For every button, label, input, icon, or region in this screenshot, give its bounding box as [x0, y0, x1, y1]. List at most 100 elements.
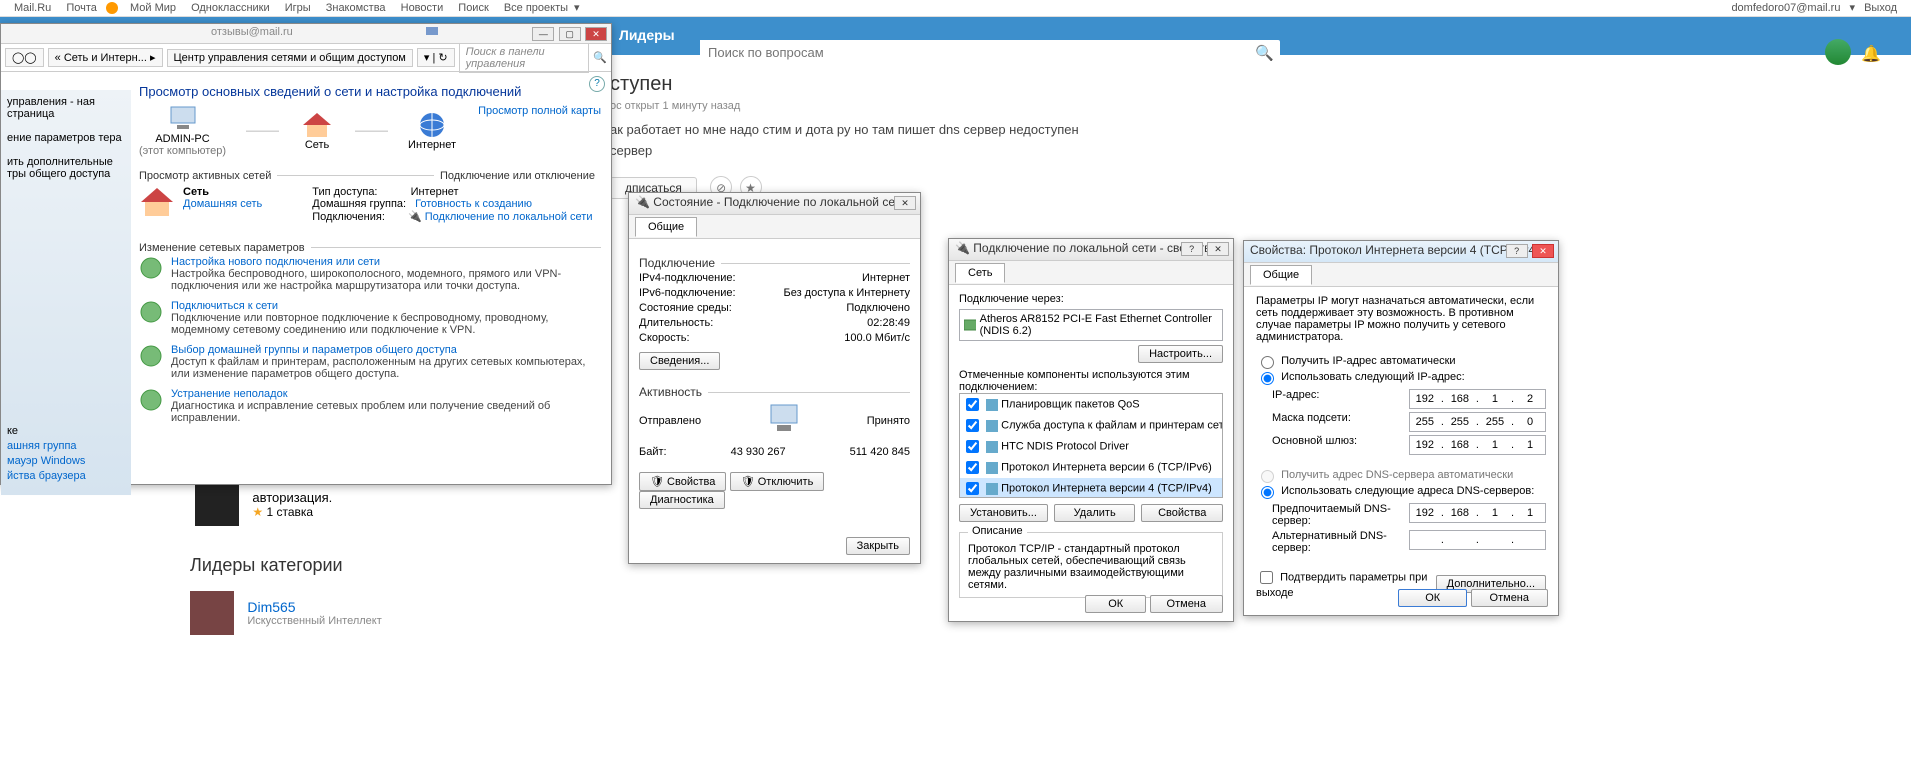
help-icon[interactable]: ? [589, 76, 605, 92]
cp-search-input[interactable]: Поиск в панели управления [459, 43, 590, 73]
details-button[interactable]: Сведения... [639, 352, 720, 370]
sidebar-item[interactable]: управления - [7, 96, 74, 108]
nav-back-button[interactable]: ◯◯ [5, 48, 44, 67]
help-button[interactable]: ? [1181, 242, 1203, 256]
sidebar-item[interactable]: тера [98, 132, 121, 144]
search-icon[interactable]: 🔍 [1255, 44, 1274, 62]
tab-general[interactable]: Общие [1250, 265, 1312, 285]
sidebar-item[interactable]: ашняя группа [7, 440, 86, 452]
sidebar-item[interactable]: ке [7, 425, 18, 437]
hg-link[interactable]: Домашняя сеть [183, 198, 262, 210]
component-checkbox[interactable] [966, 461, 979, 474]
bc-root[interactable]: « Сеть и Интерн... ▸ [48, 48, 163, 67]
minimize-button[interactable]: — [532, 27, 554, 41]
conn-disc-link[interactable]: Подключение или отключение [434, 170, 601, 182]
bell-icon[interactable]: 🔔 [1861, 44, 1881, 64]
preferred-dns-input[interactable]: ... [1409, 503, 1546, 523]
alternate-dns-input[interactable]: ... [1409, 530, 1546, 550]
configure-button[interactable]: Настроить... [1138, 345, 1223, 363]
nav-news[interactable]: Новости [401, 2, 444, 14]
ip-address-input[interactable]: ... [1409, 389, 1546, 409]
cp-search-icon[interactable]: 🔍 [593, 51, 607, 64]
component-item[interactable]: Планировщик пакетов QoS [960, 394, 1222, 415]
tab-general[interactable]: Общие [635, 217, 697, 237]
cp-tab-label [426, 25, 438, 37]
sidebar-item[interactable]: ить дополнительные [7, 156, 113, 168]
radio-manual-ip[interactable]: Использовать следующий IP-адрес: [1256, 371, 1465, 383]
component-checkbox[interactable] [966, 440, 979, 453]
install-button[interactable]: Установить... [959, 504, 1048, 522]
thumb-row: авторизация. ★ 1 ставка [195, 482, 332, 526]
nav-pochta[interactable]: Почта [66, 2, 97, 14]
close-button[interactable]: ✕ [894, 196, 916, 210]
remove-button[interactable]: Удалить [1054, 504, 1136, 522]
component-checkbox[interactable] [966, 482, 979, 495]
conn-link[interactable]: 🔌 Подключение по локальной сети [408, 211, 593, 223]
subnet-mask-input[interactable]: ... [1409, 412, 1546, 432]
leader-avatar[interactable] [190, 591, 234, 635]
alternate-dns-label: Альтернативный DNS-сервер: [1272, 530, 1401, 554]
node-pc[interactable]: ADMIN-PC(этот компьютер) [139, 105, 226, 157]
cancel-button[interactable]: Отмена [1471, 589, 1548, 607]
component-props-button[interactable]: Свойства [1141, 504, 1223, 522]
help-button[interactable]: ? [1506, 244, 1528, 258]
close-button[interactable]: ✕ [585, 27, 607, 41]
search-input[interactable] [700, 40, 1240, 64]
nav-mailru[interactable]: Mail.Ru [14, 2, 51, 14]
radio-manual-dns[interactable]: Использовать следующие адреса DNS-сервер… [1256, 485, 1534, 497]
sidebar-item[interactable]: ение параметров [7, 132, 95, 144]
adapter-field: Atheros AR8152 PCI-E Fast Ethernet Contr… [959, 309, 1223, 341]
close-dialog-button[interactable]: Закрыть [846, 537, 910, 555]
nav-search[interactable]: Поиск [458, 2, 488, 14]
disable-button[interactable]: 🛡 Отключить [730, 472, 825, 491]
component-checkbox[interactable] [966, 398, 979, 411]
nav-ok[interactable]: Одноклассники [191, 2, 270, 14]
hg-ready-link[interactable]: Готовность к созданию [415, 198, 532, 210]
option-icon [139, 300, 163, 324]
component-item[interactable]: Протокол Интернета версии 4 (TCP/IPv4) [960, 478, 1222, 498]
nav-user[interactable]: domfedoro07@mail.ru [1731, 2, 1840, 14]
nav-games[interactable]: Игры [285, 2, 311, 14]
cancel-button[interactable]: Отмена [1150, 595, 1223, 613]
sidebar-item[interactable]: тры общего доступа [7, 168, 110, 180]
fullmap-link[interactable]: Просмотр полной карты [478, 105, 601, 117]
leader-role: Искусственный Интеллект [247, 615, 381, 627]
bc-current[interactable]: Центр управления сетями и общим доступом [167, 49, 413, 67]
properties-button[interactable]: 🛡 Свойства [639, 472, 726, 491]
nav-znak[interactable]: Знакомства [326, 2, 386, 14]
node-network[interactable]: Сеть [299, 111, 335, 151]
ok-button[interactable]: ОК [1398, 589, 1467, 607]
option-link[interactable]: Подключиться к сети [171, 300, 601, 312]
component-item[interactable]: HTC NDIS Protocol Driver [960, 436, 1222, 457]
option-link[interactable]: Настройка нового подключения или сети [171, 256, 601, 268]
nav-logout[interactable]: Выход [1864, 2, 1897, 14]
avatar[interactable] [1825, 39, 1851, 65]
header-tab-leaders[interactable]: Лидеры [605, 17, 689, 51]
option-link[interactable]: Устранение неполадок [171, 388, 601, 400]
nav-moimir[interactable]: Мой Мир [130, 2, 176, 14]
default-gateway-input[interactable]: ... [1409, 435, 1546, 455]
ok-button[interactable]: ОК [1085, 595, 1146, 613]
component-item[interactable]: Служба доступа к файлам и принтерам сете… [960, 415, 1222, 436]
leader-name[interactable]: Dim565 [247, 599, 381, 615]
close-button[interactable]: ✕ [1207, 242, 1229, 256]
tab-network[interactable]: Сеть [955, 263, 1005, 283]
sidebar-item[interactable]: йства браузера [7, 470, 86, 482]
component-checkbox[interactable] [966, 419, 979, 432]
ipv4-title: Свойства: Протокол Интернета версии 4 (T… [1250, 243, 1539, 257]
maximize-button[interactable]: ▢ [559, 27, 581, 41]
question-meta: ос открыт 1 минуту назад [610, 100, 1310, 112]
close-button[interactable]: ✕ [1532, 244, 1554, 258]
option-link[interactable]: Выбор домашней группы и параметров общег… [171, 344, 601, 356]
diagnose-button[interactable]: Диагностика [639, 491, 725, 509]
bc-refresh-button[interactable]: ▾ | ↻ [417, 48, 455, 67]
nav-all[interactable]: Все проекты [504, 2, 568, 14]
conn-section-label: Подключение [639, 256, 721, 270]
radio-auto-ip[interactable]: Получить IP-адрес автоматически [1256, 355, 1456, 367]
active-nets-title: Просмотр активных сетей [139, 170, 277, 182]
node-internet[interactable]: Интернет [408, 111, 456, 151]
component-item[interactable]: Протокол Интернета версии 6 (TCP/IPv6) [960, 457, 1222, 478]
component-list[interactable]: Планировщик пакетов QoS Служба доступа к… [959, 393, 1223, 498]
window-ipv4-properties: Свойства: Протокол Интернета версии 4 (T… [1243, 240, 1559, 616]
sidebar-item[interactable]: мауэр Windows [7, 455, 86, 467]
